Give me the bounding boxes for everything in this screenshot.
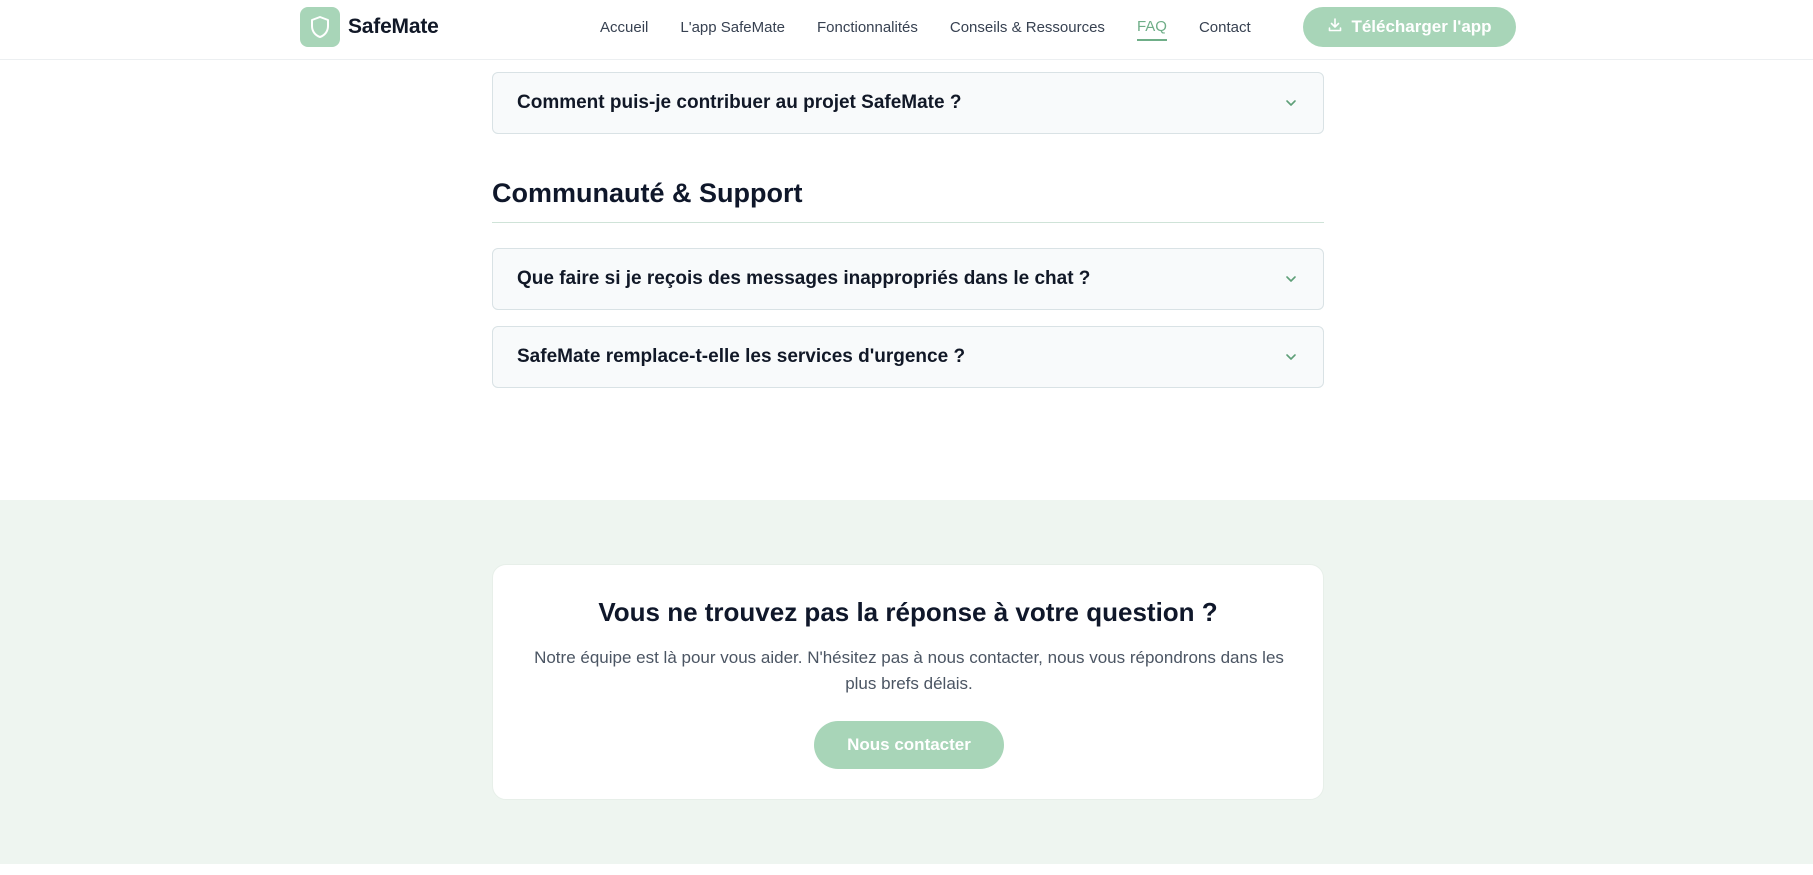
main-nav: Accueil L'app SafeMate Fonctionnalités C… xyxy=(600,0,1251,54)
top-navigation-bar: SafeMate Accueil L'app SafeMate Fonction… xyxy=(0,0,1813,60)
download-icon xyxy=(1327,17,1343,38)
shield-icon xyxy=(300,7,340,47)
download-app-button[interactable]: Télécharger l'app xyxy=(1303,7,1516,47)
nav-item-faq[interactable]: FAQ xyxy=(1136,14,1167,41)
nav-item-contact[interactable]: Contact xyxy=(1199,15,1251,40)
nav-item-accueil[interactable]: Accueil xyxy=(600,15,648,40)
brand-name: SafeMate xyxy=(348,15,439,38)
brand[interactable]: SafeMate xyxy=(300,7,439,47)
chevron-down-icon xyxy=(1283,349,1299,365)
contact-us-button[interactable]: Nous contacter xyxy=(814,721,1004,769)
nav-item-app-safemate[interactable]: L'app SafeMate xyxy=(680,15,785,40)
nav-item-fonctionnalites[interactable]: Fonctionnalités xyxy=(817,15,918,40)
cta-title: Vous ne trouvez pas la réponse à votre q… xyxy=(598,597,1218,627)
section-divider xyxy=(492,222,1324,223)
contact-cta-card: Vous ne trouvez pas la réponse à votre q… xyxy=(492,564,1324,800)
section-title-communaute-support: Communauté & Support xyxy=(492,178,803,208)
faq-question: Comment puis-je contribuer au projet Saf… xyxy=(517,92,962,113)
download-app-label: Télécharger l'app xyxy=(1351,17,1492,36)
faq-item-messages-inappropries[interactable]: Que faire si je reçois des messages inap… xyxy=(492,248,1324,310)
chevron-down-icon xyxy=(1283,271,1299,287)
nav-item-conseils-ressources[interactable]: Conseils & Ressources xyxy=(950,15,1105,40)
faq-item-contribuer[interactable]: Comment puis-je contribuer au projet Saf… xyxy=(492,72,1324,134)
faq-item-services-urgence[interactable]: SafeMate remplace-t-elle les services d'… xyxy=(492,326,1324,388)
faq-question: Que faire si je reçois des messages inap… xyxy=(517,268,1091,289)
chevron-down-icon xyxy=(1283,95,1299,111)
faq-question: SafeMate remplace-t-elle les services d'… xyxy=(517,346,966,367)
cta-description: Notre équipe est là pour vous aider. N'h… xyxy=(534,648,1284,693)
